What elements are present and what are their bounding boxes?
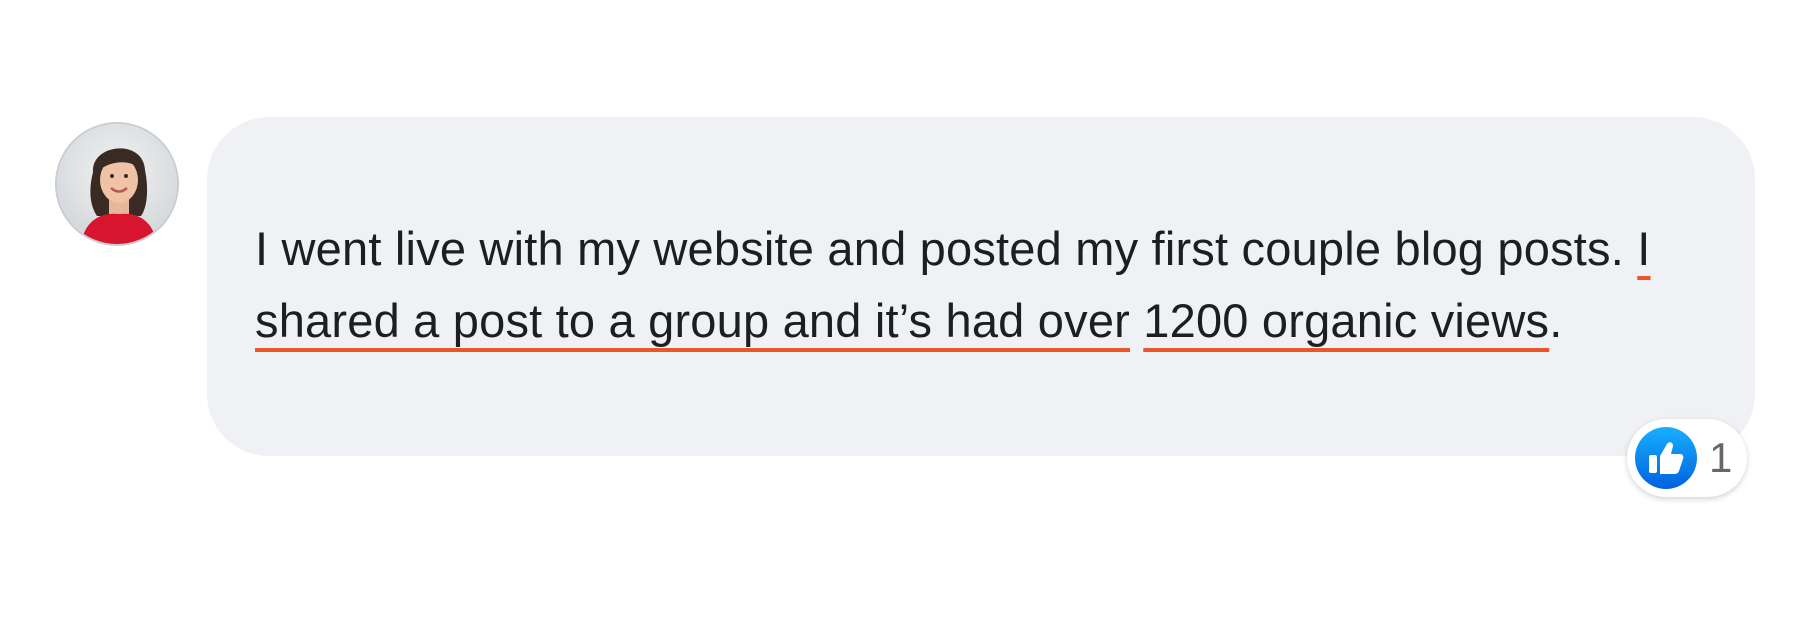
comment-bubble[interactable]: I went live with my website and posted m… <box>207 117 1755 456</box>
comment-text: I went live with my website and posted m… <box>255 213 1715 357</box>
like-icon <box>1635 427 1697 489</box>
comment-text-intro: I went live with my website and posted m… <box>255 222 1638 275</box>
avatar-image <box>57 124 177 244</box>
comment-text-period: . <box>1549 294 1563 347</box>
comment-thread: I went live with my website and posted m… <box>0 0 1800 624</box>
thumbs-up-icon <box>1649 442 1684 474</box>
reaction-count: 1 <box>1709 434 1733 481</box>
highlighted-text-2: 1200 organic views <box>1143 294 1550 347</box>
reaction-summary[interactable]: 1 <box>1627 419 1747 497</box>
avatar[interactable] <box>57 124 177 244</box>
